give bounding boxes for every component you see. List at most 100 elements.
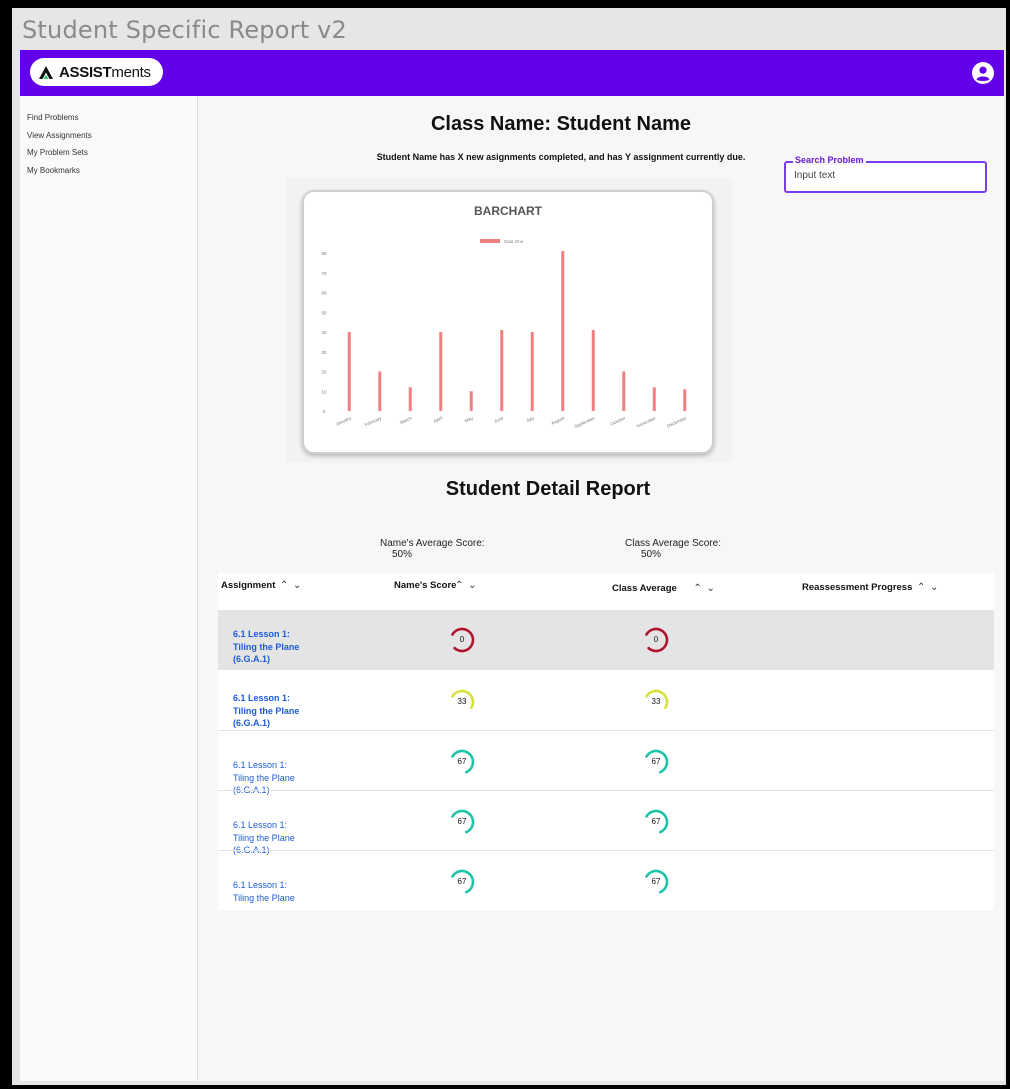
assignment-link[interactable]: 6.1 Lesson 1: Tiling the Plane [233, 879, 295, 904]
bar-september [591, 330, 595, 411]
assignment-text-line: Tiling the Plane [233, 705, 300, 716]
score-value: 67 [457, 757, 467, 766]
sort-asc-icon[interactable]: ⌃ [280, 580, 288, 591]
assistments-logo[interactable]: ASSISTments [30, 58, 163, 86]
y-tick-label: 70 [321, 271, 327, 276]
assignment-text-line: 6.1 Lesson 1: [233, 760, 288, 770]
name-average-score: Name's Average Score: 50% [380, 538, 485, 560]
legend-label: Data One [504, 239, 524, 244]
x-tick-label: May [464, 415, 474, 423]
y-tick-label: 10 [321, 389, 327, 394]
assignment-text-line: Tiling the Plane [233, 641, 300, 652]
bar-july [530, 332, 534, 411]
sort-asc-icon[interactable]: ⌃ [455, 580, 463, 591]
assignment-text-line: Tiling the Plane [233, 832, 295, 843]
header-reassessment: Reassessment Progress ⌃ ⌄ [802, 582, 938, 593]
search-problem-label: Search Problem [793, 155, 866, 165]
y-tick-label: 80 [321, 251, 327, 256]
chart-title: BARCHART [474, 204, 543, 218]
bar-chart-card: BARCHART Data One 0 10 20 30 40 50 60 70 80 January… [302, 190, 714, 454]
user-account-icon[interactable] [972, 62, 994, 84]
sort-asc-icon[interactable]: ⌃ [693, 583, 701, 594]
header-class-average: Class Average ⌃ ⌄ [612, 583, 715, 594]
sort-desc-icon[interactable]: ⌄ [706, 583, 714, 594]
header-name-score: Name's Score ⌃ ⌄ [394, 580, 477, 591]
name-score-ring: 67 [446, 746, 478, 778]
app-frame: Student Specific Report v2 ASSISTments F… [12, 8, 1006, 1085]
score-value: 67 [651, 877, 661, 886]
sort-desc-icon[interactable]: ⌄ [930, 582, 938, 593]
table-row[interactable]: 6.1 Lesson 1: Tiling the Plane (6.G.A.1) 33… [218, 670, 994, 730]
assignment-text-line: (6.G.A.1) [233, 654, 271, 664]
sidebar: Find Problems View Assignments My Problem … [20, 96, 198, 1081]
score-value: 0 [459, 635, 465, 644]
name-score-ring: 67 [446, 806, 478, 838]
search-input[interactable] [794, 170, 974, 181]
x-tick-label: December [666, 415, 687, 429]
y-tick-label: 20 [321, 370, 327, 375]
assignment-text-line: Tiling the Plane [233, 772, 295, 783]
sort-desc-icon[interactable]: ⌄ [468, 580, 476, 591]
sidebar-item-my-bookmarks[interactable]: My Bookmarks [27, 162, 197, 180]
bar-february [378, 371, 382, 411]
class-average-value: 50% [641, 549, 662, 560]
assignment-text-line: Tiling the Plane [233, 892, 295, 903]
table-row[interactable]: 6.1 Lesson 1: Tiling the Plane (6.G.A.1) 67… [218, 790, 994, 855]
bar-august [561, 251, 565, 411]
sidebar-nav: Find Problems View Assignments My Problem … [20, 109, 197, 179]
table-row[interactable]: 6.1 Lesson 1: Tiling the Plane 67 67 [218, 850, 994, 910]
sort-asc-icon[interactable]: ⌃ [917, 582, 925, 593]
bar-april [439, 332, 443, 411]
page-title: Class Name: Student Name [430, 113, 692, 135]
x-tick-label: January [335, 415, 352, 427]
y-tick-label: 40 [321, 330, 327, 335]
class-average-ring: 67 [640, 746, 672, 778]
assignment-text-line: 6.1 Lesson 1: [233, 820, 288, 830]
header-reassessment-label: Reassessment Progress [802, 582, 913, 593]
sidebar-item-find-problems[interactable]: Find Problems [27, 109, 197, 127]
search-problem-field[interactable]: Search Problem [784, 155, 987, 193]
sort-desc-icon[interactable]: ⌄ [293, 580, 301, 591]
x-tick-label: July [525, 415, 535, 423]
score-value: 67 [651, 757, 661, 766]
name-score-ring: 67 [446, 866, 478, 898]
bar-may [469, 391, 473, 411]
assignment-text-line: (6.G.A.1) [233, 718, 271, 728]
student-detail-table: Assignment ⌃ ⌄ Name's Score ⌃ ⌄ Class Av… [218, 573, 994, 910]
x-tick-label: November [636, 415, 657, 429]
x-tick-label: March [399, 415, 413, 425]
name-score-ring: 0 [446, 624, 478, 656]
assignment-text-line: 6.1 Lesson 1: [233, 629, 291, 639]
class-average-score: Class Average Score: 50% [625, 538, 721, 560]
x-tick-label: August [550, 415, 565, 426]
bar-october [622, 371, 626, 411]
score-value: 33 [457, 697, 467, 706]
header-name-score-label: Name's Score [394, 580, 457, 591]
score-value: 67 [457, 817, 467, 826]
header-assignment-label: Assignment [221, 580, 276, 591]
assignment-link[interactable]: 6.1 Lesson 1: Tiling the Plane (6.G.A.1) [233, 628, 299, 666]
main-content: Class Name: Student Name Student Name ha… [198, 96, 1004, 1081]
y-tick-label: 60 [321, 291, 327, 296]
class-average-ring: 67 [640, 866, 672, 898]
window-title: Student Specific Report v2 [22, 16, 348, 44]
score-value: 67 [651, 817, 661, 826]
bar-march [408, 387, 412, 411]
y-tick-label: 0 [323, 409, 326, 414]
sidebar-item-view-assignments[interactable]: View Assignments [27, 127, 197, 145]
name-score-ring: 33 [446, 686, 478, 718]
x-tick-label: June [493, 415, 504, 424]
table-row[interactable]: 6.1 Lesson 1: Tiling the Plane (6.G.A.1) 0 0 [218, 610, 994, 670]
logo-text: ASSISTments [59, 63, 151, 81]
x-tick-label: February [364, 415, 383, 427]
header-assignment: Assignment ⌃ ⌄ [221, 580, 301, 591]
bar-december [683, 389, 687, 411]
sidebar-item-my-problem-sets[interactable]: My Problem Sets [27, 144, 197, 162]
name-average-value: 50% [392, 549, 413, 560]
x-tick-label: April [433, 415, 443, 423]
bar-june [500, 330, 504, 411]
table-row[interactable]: 6.1 Lesson 1: Tiling the Plane (6.G.A.1) 67… [218, 730, 994, 795]
assignment-link[interactable]: 6.1 Lesson 1: Tiling the Plane (6.G.A.1) [233, 692, 299, 730]
x-tick-label: October [610, 415, 627, 427]
legend-swatch [480, 239, 500, 243]
